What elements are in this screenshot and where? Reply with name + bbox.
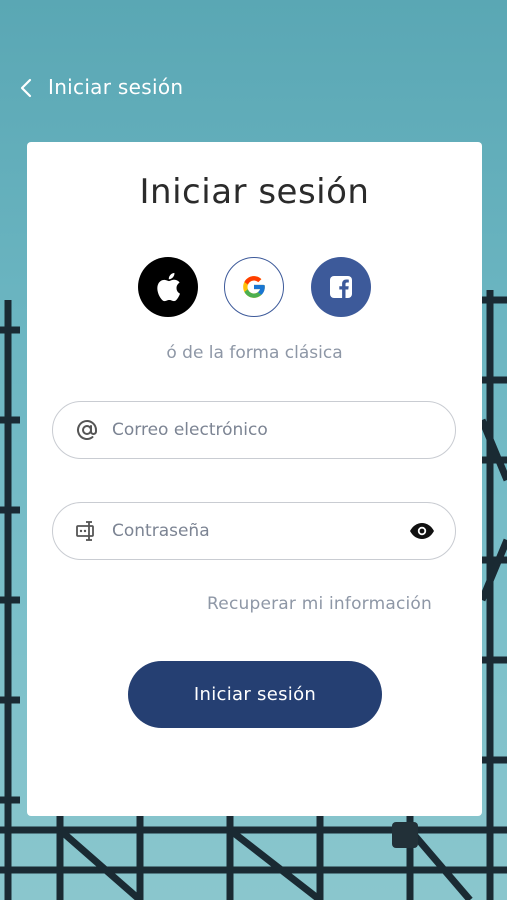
recover-info-link[interactable]: Recuperar mi información <box>207 594 432 614</box>
login-button[interactable]: Iniciar sesión <box>128 661 382 728</box>
chevron-left-icon[interactable] <box>18 78 34 98</box>
google-icon <box>243 276 265 298</box>
email-field[interactable] <box>52 401 456 459</box>
login-card: Iniciar sesión ó de la forma clásica Cor… <box>27 142 482 816</box>
password-field-icon <box>76 521 94 541</box>
facebook-login-button[interactable] <box>311 257 371 317</box>
facebook-icon <box>330 276 352 298</box>
top-bar: Iniciar sesión <box>0 62 507 112</box>
email-input[interactable] <box>112 402 402 457</box>
password-input[interactable] <box>112 503 402 558</box>
eye-icon[interactable] <box>409 519 435 543</box>
google-login-button[interactable] <box>224 257 284 317</box>
password-field[interactable] <box>52 502 456 560</box>
apple-icon <box>157 272 180 302</box>
card-title: Iniciar sesión <box>139 172 370 212</box>
apple-login-button[interactable] <box>138 257 198 317</box>
alt-login-subtitle: ó de la forma clásica <box>166 343 343 363</box>
page-title: Iniciar sesión <box>48 75 184 99</box>
at-icon <box>77 419 97 440</box>
